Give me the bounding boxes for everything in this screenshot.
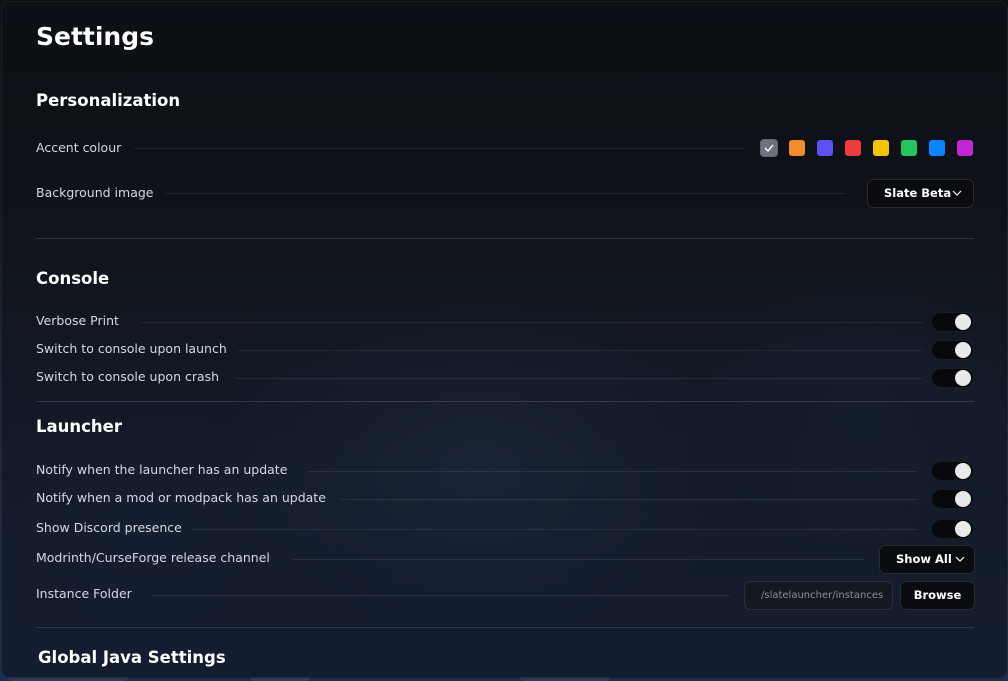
section-divider	[36, 627, 974, 628]
accent-swatch-grey[interactable]	[760, 139, 778, 157]
accent-swatch-blue[interactable]	[929, 140, 945, 156]
section-divider	[36, 238, 974, 239]
verbose-print-toggle[interactable]	[931, 312, 974, 332]
toggle-knob	[955, 342, 971, 358]
toggle-knob	[955, 370, 971, 386]
chevron-down-icon	[952, 190, 962, 196]
browse-button[interactable]: Browse	[900, 581, 975, 610]
row-guide-line	[340, 499, 917, 500]
accent-swatch-purple[interactable]	[957, 140, 973, 156]
row-guide-line	[292, 559, 864, 560]
console-on-launch-label: Switch to console upon launch	[36, 341, 227, 356]
verbose-print-label: Verbose Print	[36, 313, 119, 328]
discord-presence-toggle[interactable]	[931, 519, 974, 539]
row-guide-line	[235, 378, 922, 379]
background-element	[250, 677, 310, 681]
accent-colour-label: Accent colour	[36, 140, 122, 155]
row-guide-line	[238, 350, 922, 351]
background-image-label: Background image	[36, 185, 154, 200]
accent-swatch-indigo[interactable]	[817, 140, 833, 156]
background-element	[8, 677, 128, 681]
row-guide-line	[307, 471, 917, 472]
background-image-dropdown[interactable]: Slate Beta	[867, 179, 974, 208]
section-title-global-java: Global Java Settings	[38, 648, 226, 667]
toggle-knob	[955, 491, 971, 507]
accent-swatch-red[interactable]	[845, 140, 861, 156]
toggle-knob	[955, 463, 971, 479]
release-channel-label: Modrinth/CurseForge release channel	[36, 550, 270, 565]
accent-swatch-orange[interactable]	[789, 140, 805, 156]
discord-presence-label: Show Discord presence	[36, 520, 182, 535]
accent-swatch-yellow[interactable]	[873, 140, 889, 156]
background-image-value: Slate Beta	[884, 186, 952, 200]
section-divider	[36, 401, 974, 402]
row-guide-line	[152, 595, 730, 596]
row-guide-line	[134, 148, 744, 149]
instance-folder-label: Instance Folder	[36, 586, 132, 601]
console-on-crash-toggle[interactable]	[931, 368, 974, 388]
check-icon	[761, 140, 777, 156]
settings-panel: Settings Personalization Accent colour B…	[1, 1, 1008, 679]
chevron-down-icon	[955, 556, 965, 562]
mod-update-label: Notify when a mod or modpack has an upda…	[36, 490, 326, 505]
background-element	[520, 677, 610, 681]
section-title-personalization: Personalization	[36, 91, 181, 110]
row-guide-line	[192, 529, 917, 530]
instance-folder-path-field[interactable]: /slatelauncher/instances	[744, 581, 893, 610]
launcher-update-toggle[interactable]	[931, 461, 974, 481]
release-channel-dropdown[interactable]: Show All	[879, 545, 975, 574]
section-title-launcher: Launcher	[36, 417, 122, 436]
mod-update-toggle[interactable]	[931, 489, 974, 509]
page-title: Settings	[36, 22, 155, 51]
console-on-launch-toggle[interactable]	[931, 340, 974, 360]
row-guide-line	[165, 193, 845, 194]
toggle-knob	[955, 314, 971, 330]
release-channel-value: Show All	[896, 552, 952, 566]
console-on-crash-label: Switch to console upon crash	[36, 369, 220, 384]
launcher-update-label: Notify when the launcher has an update	[36, 462, 288, 477]
section-title-console: Console	[36, 269, 110, 288]
row-guide-line	[142, 322, 922, 323]
accent-swatch-green[interactable]	[901, 140, 917, 156]
toggle-knob	[955, 521, 971, 537]
